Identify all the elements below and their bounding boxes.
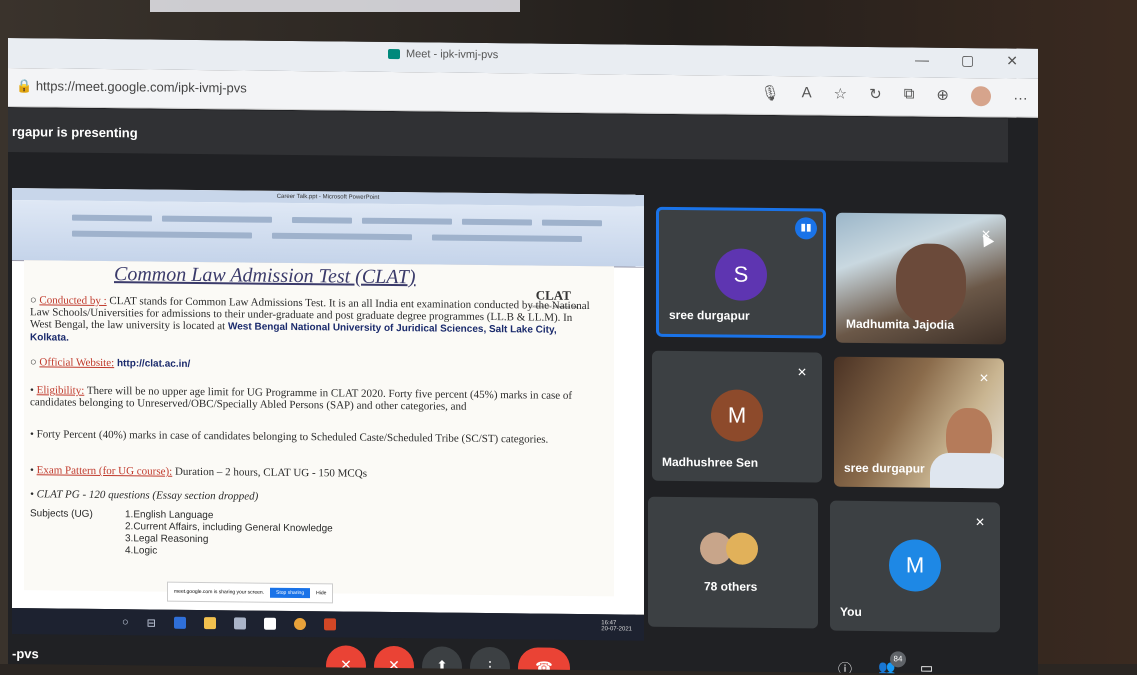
browser-toolbar-icons: 🎙 A ☆ ↻ ⧉ ⊕ … — [761, 84, 1028, 107]
edge-icon[interactable] — [173, 616, 186, 629]
participant-tile[interactable]: ✕ sree durgapur — [834, 356, 1004, 489]
screen-share-notice: meet.google.com is sharing your screen. … — [167, 581, 334, 604]
laptop-screen: Meet - ipk-ivmj-pvs — ▢ ✕ 🔒 https://meet… — [8, 38, 1038, 675]
participant-name: sree durgapur — [669, 307, 750, 323]
screen-glare — [150, 0, 520, 12]
present-button[interactable]: ⬆ — [422, 646, 462, 675]
avatar: S — [715, 248, 767, 301]
mic-off-icon: ✕ — [974, 515, 986, 530]
participant-tile[interactable]: 78 others — [648, 496, 818, 629]
refresh-icon[interactable]: ↻ — [869, 85, 882, 105]
info-icon[interactable]: ⓘ — [838, 659, 852, 675]
hide-button[interactable]: Hide — [316, 590, 326, 596]
website-line: ○ Official Website: http://clat.ac.in/ — [30, 356, 191, 370]
windows-taskbar: ○ ⊟ 16:47 20-07-2021 — [12, 608, 644, 641]
lock-icon: 🔒 — [16, 78, 36, 94]
participant-name: You — [840, 604, 862, 619]
more-menu-icon[interactable]: … — [1013, 87, 1028, 107]
slide-content: Common Law Admission Test (CLAT) CLAT Co… — [24, 260, 614, 597]
slide-title: Common Law Admission Test (CLAT) — [114, 263, 416, 289]
collections-icon[interactable]: ⧉ — [904, 85, 915, 105]
camera-toggle-button[interactable]: ✕ — [374, 645, 414, 675]
participant-name: sree durgapur — [844, 460, 925, 476]
participant-name: Madhushree Sen — [662, 454, 759, 470]
task-view-icon[interactable]: ⊟ — [147, 616, 156, 629]
avatar: M — [711, 389, 763, 442]
eligibility-text: There will be no upper age limit for UG … — [30, 384, 573, 413]
close-button[interactable]: ✕ — [1006, 52, 1018, 69]
conducted-by-paragraph: ○ Conducted by : CLAT stands for Common … — [30, 294, 590, 344]
presenting-banner: rgapur is presenting — [8, 108, 1008, 163]
mic-toggle-button[interactable]: ✕ — [326, 645, 366, 675]
participant-tile[interactable]: ✕ M Madhushree Sen — [652, 350, 822, 483]
window-controls: — ▢ ✕ — [915, 51, 1018, 69]
forty-text: Forty Percent (40%) marks in case of can… — [36, 428, 549, 446]
more-options-button[interactable]: ⋮ — [470, 646, 510, 675]
website-url: http://clat.ac.in/ — [116, 358, 191, 370]
shared-screen: Career Talk.ppt - Microsoft PowerPoint C… — [12, 188, 644, 615]
ppt-ribbon — [12, 200, 644, 268]
favorite-icon[interactable]: ☆ — [834, 85, 847, 105]
others-avatar — [726, 532, 758, 565]
profile-avatar[interactable] — [971, 86, 991, 107]
conducted-label: Conducted by : — [39, 294, 107, 308]
meeting-controls: -pvs ✕ ✕ ⬆ ⋮ ☎ ⓘ 👥 84 ▭ — [8, 636, 1038, 675]
subjects-label: Subjects (UG) — [30, 508, 93, 520]
maximize-button[interactable]: ▢ — [961, 52, 974, 69]
powerpoint-icon[interactable] — [323, 618, 336, 631]
tab-title[interactable]: Meet - ipk-ivmj-pvs — [388, 48, 498, 61]
pg-text: CLAT PG - 120 questions (Essay section d… — [36, 488, 259, 503]
url-field[interactable]: 🔒 https://meet.google.com/ipk-ivmj-pvs — [16, 78, 247, 96]
participant-name: Madhumita Jajodia — [846, 316, 955, 332]
chrome-icon[interactable] — [293, 617, 306, 631]
store-icon[interactable] — [233, 617, 246, 630]
eligibility-label: Eligibility: — [36, 384, 85, 397]
subjects-list: 1.English Language 2.Current Affairs, in… — [125, 509, 425, 560]
participant-tile[interactable]: ✕ M You — [830, 500, 1000, 633]
url-text: https://meet.google.com/ipk-ivmj-pvs — [35, 78, 247, 96]
chat-icon[interactable]: ▭ — [920, 660, 933, 675]
presenting-text: rgapur is presenting — [12, 124, 138, 141]
file-explorer-icon[interactable] — [203, 617, 216, 630]
leave-call-button[interactable]: ☎ — [518, 647, 570, 675]
minimize-button[interactable]: — — [915, 51, 929, 68]
speaking-indicator-icon: ▮▮ — [795, 217, 817, 240]
subjects-block: Subjects (UG) 1.English Language 2.Curre… — [30, 508, 333, 556]
read-aloud-icon[interactable]: A — [802, 84, 812, 104]
participant-video — [896, 243, 966, 325]
mic-off-icon: ✕ — [796, 365, 808, 380]
meet-logo-icon — [388, 48, 400, 60]
participant-tile[interactable]: ✕ Madhumita Jajodia — [836, 212, 1006, 345]
website-label: Official Website: — [39, 356, 115, 370]
forty-percent-paragraph: • Forty Percent (40%) marks in case of c… — [30, 428, 549, 446]
avatar: M — [889, 539, 941, 592]
subject-item: 4.Logic — [125, 545, 158, 557]
mail-icon[interactable] — [263, 617, 276, 630]
share-notice-text: meet.google.com is sharing your screen. — [174, 588, 265, 596]
exam-text: Duration – 2 hours, CLAT UG - 150 MCQs — [172, 465, 367, 480]
tab-title-text: Meet - ipk-ivmj-pvs — [406, 48, 499, 62]
stop-sharing-button[interactable]: Stop sharing — [270, 587, 311, 599]
meeting-code: -pvs — [12, 646, 39, 662]
participant-name: 78 others — [704, 579, 758, 594]
mic-off-icon: ✕ — [978, 371, 990, 386]
clat-pg-line: • CLAT PG - 120 questions (Essay section… — [30, 488, 259, 503]
exam-label: Exam Pattern (for UG course): — [36, 464, 173, 478]
eligibility-paragraph: • Eligibility: There will be no upper ag… — [30, 384, 573, 413]
camera-icon[interactable]: 🎙 — [761, 84, 780, 104]
people-count-badge: 84 — [890, 651, 906, 668]
extensions-icon[interactable]: ⊕ — [936, 86, 949, 106]
participant-tile[interactable]: ▮▮ S sree durgapur — [656, 206, 826, 339]
exam-pattern-line: • Exam Pattern (for UG course): Duration… — [30, 464, 367, 480]
taskbar-clock: 16:47 20-07-2021 — [601, 620, 632, 633]
search-icon[interactable]: ○ — [122, 616, 129, 628]
